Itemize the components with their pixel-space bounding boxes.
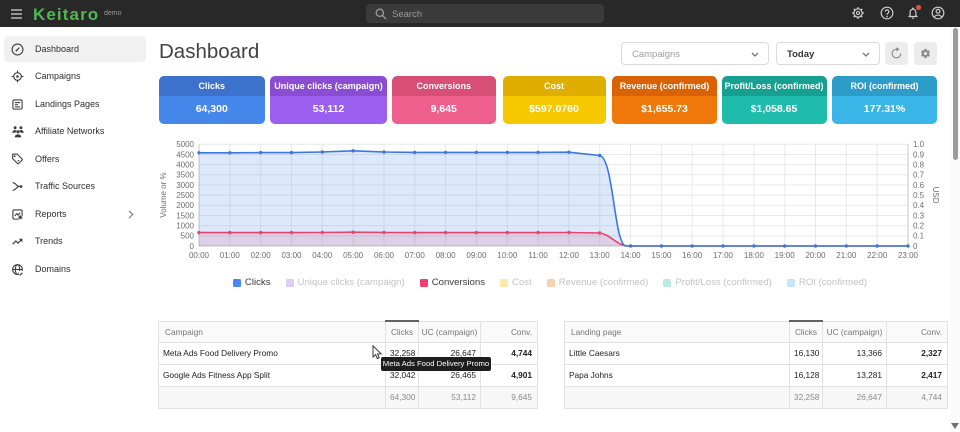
svg-text:0.7: 0.7 xyxy=(913,171,925,180)
svg-text:0: 0 xyxy=(913,242,918,251)
svg-text:03:00: 03:00 xyxy=(281,251,302,260)
svg-text:14:00: 14:00 xyxy=(621,251,642,260)
svg-text:4500: 4500 xyxy=(176,150,194,159)
svg-text:USD: USD xyxy=(931,187,940,204)
svg-text:06:00: 06:00 xyxy=(374,251,395,260)
svg-text:17:00: 17:00 xyxy=(713,251,734,260)
svg-text:05:00: 05:00 xyxy=(343,251,364,260)
svg-text:02:00: 02:00 xyxy=(251,251,272,260)
svg-text:4000: 4000 xyxy=(176,160,194,169)
svg-text:10:00: 10:00 xyxy=(497,251,518,260)
svg-text:19:00: 19:00 xyxy=(775,251,796,260)
svg-text:0.1: 0.1 xyxy=(913,232,925,241)
svg-text:13:00: 13:00 xyxy=(590,251,611,260)
svg-text:0.2: 0.2 xyxy=(913,222,925,231)
svg-text:5000: 5000 xyxy=(176,140,194,149)
svg-text:0.8: 0.8 xyxy=(913,160,925,169)
svg-text:18:00: 18:00 xyxy=(744,251,765,260)
svg-text:15:00: 15:00 xyxy=(651,251,672,260)
svg-text:23:00: 23:00 xyxy=(898,251,919,260)
svg-text:0.3: 0.3 xyxy=(913,211,925,220)
svg-text:1.0: 1.0 xyxy=(913,140,925,149)
svg-text:16:00: 16:00 xyxy=(682,251,703,260)
svg-text:1000: 1000 xyxy=(176,222,194,231)
svg-text:0.5: 0.5 xyxy=(913,191,925,200)
svg-text:11:00: 11:00 xyxy=(528,251,548,260)
svg-text:20:00: 20:00 xyxy=(805,251,826,260)
svg-text:08:00: 08:00 xyxy=(436,251,457,260)
svg-text:Volume or %: Volume or % xyxy=(159,172,168,217)
svg-text:22:00: 22:00 xyxy=(867,251,888,260)
svg-text:0: 0 xyxy=(190,242,195,251)
svg-text:2500: 2500 xyxy=(176,191,194,200)
svg-text:3000: 3000 xyxy=(176,181,194,190)
svg-text:07:00: 07:00 xyxy=(405,251,426,260)
svg-text:00:00: 00:00 xyxy=(189,251,210,260)
svg-text:1500: 1500 xyxy=(176,211,194,220)
svg-text:0.9: 0.9 xyxy=(913,150,925,159)
svg-text:04:00: 04:00 xyxy=(312,251,333,260)
svg-text:500: 500 xyxy=(181,232,195,241)
svg-text:3500: 3500 xyxy=(176,171,194,180)
svg-text:12:00: 12:00 xyxy=(559,251,580,260)
svg-text:09:00: 09:00 xyxy=(466,251,487,260)
svg-text:01:00: 01:00 xyxy=(220,251,241,260)
svg-text:21:00: 21:00 xyxy=(836,251,857,260)
svg-text:0.4: 0.4 xyxy=(913,201,925,210)
svg-text:0.6: 0.6 xyxy=(913,181,925,190)
svg-text:2000: 2000 xyxy=(176,201,194,210)
